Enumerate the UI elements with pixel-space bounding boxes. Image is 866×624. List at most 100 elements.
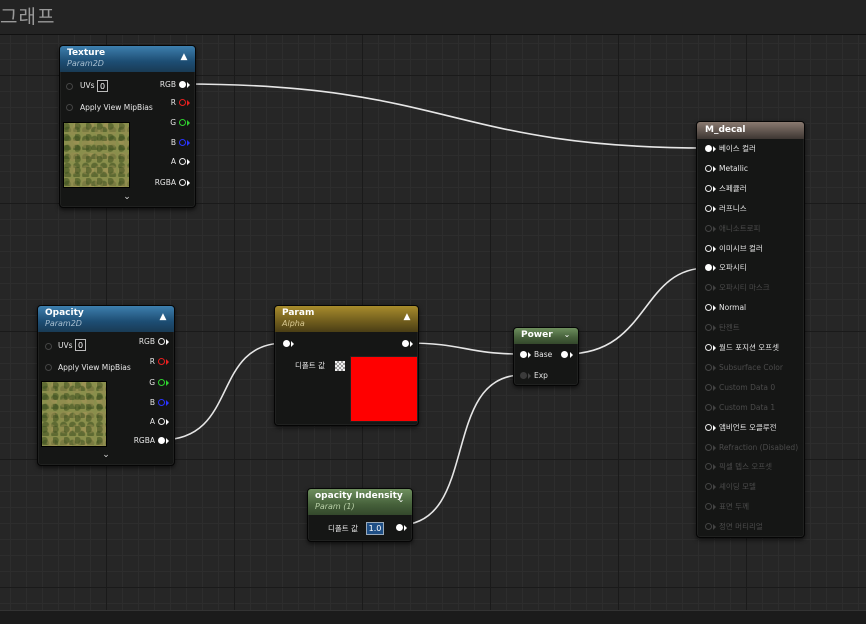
collapse-chevron-icon[interactable]: ▲ [402, 312, 412, 322]
material-pin-dot[interactable] [705, 424, 712, 431]
intensity-output-pin[interactable] [396, 524, 403, 531]
arrow-icon [166, 438, 169, 444]
color-swatch[interactable] [350, 356, 418, 422]
power-node-header[interactable]: Power ⌄ [514, 328, 578, 344]
arrow-icon [713, 186, 716, 192]
graph-bottom-bar [0, 610, 866, 624]
uvs-input[interactable]: 0 [97, 80, 108, 92]
texture-thumbnail [63, 122, 130, 188]
b-output-pin[interactable] [158, 399, 165, 406]
apply-mipbias-pin[interactable] [66, 104, 73, 111]
param-node-header[interactable]: Param Alpha ▲ [275, 306, 418, 332]
expand-chevron-icon[interactable]: ⌄ [121, 192, 133, 202]
texture-node-header[interactable]: Texture Param2D ▲ [60, 46, 195, 72]
material-pin-dot[interactable] [705, 165, 712, 172]
arrow-icon [713, 345, 716, 351]
arrow-icon [713, 484, 716, 490]
material-pin-dot[interactable] [705, 284, 712, 291]
rgba-output-label: RGBA [133, 436, 155, 445]
material-node-title: M_decal [705, 125, 746, 135]
material-node[interactable]: M_decal 베이스 컬러 Metallic 스페큘러 러프니스 애니소트로피 이미시브… [696, 121, 805, 538]
rgb-output-pin[interactable] [179, 81, 186, 88]
material-pin-dot[interactable] [705, 463, 712, 470]
expand-chevron-icon[interactable]: ⌄ [100, 450, 112, 460]
material-pin-dot[interactable] [705, 205, 712, 212]
param-input-pin[interactable] [283, 340, 290, 347]
collapse-chevron-icon[interactable]: ▲ [179, 52, 189, 62]
material-pin-label: 앰비언트 오클루전 [719, 423, 777, 432]
r-output-pin[interactable] [158, 358, 165, 365]
material-pin-dot[interactable] [705, 264, 712, 271]
material-pin-dot[interactable] [705, 225, 712, 232]
material-pin-dot[interactable] [705, 245, 712, 252]
opacity-node[interactable]: Opacity Param2D ▲ UVs 0 Apply View MipBi… [37, 305, 175, 466]
dropdown-chevron-icon[interactable]: ⌄ [562, 330, 572, 340]
r-output-label: R [170, 98, 176, 107]
uvs-label: UVs [80, 81, 95, 90]
arrow-icon [713, 425, 716, 431]
opacity-intensity-header[interactable]: opacity Indensity Param (1) ⌄ [308, 489, 412, 515]
material-pin-dot[interactable] [705, 145, 712, 152]
base-label: Base [534, 350, 553, 359]
material-pin-label: 스페큘러 [719, 184, 747, 193]
material-pin-label: Subsurface Color [719, 363, 783, 372]
material-pin-dot[interactable] [705, 344, 712, 351]
param-node-title: Param [282, 308, 315, 318]
material-pin-label: 베이스 컬러 [719, 144, 756, 153]
exp-input-pin[interactable] [520, 372, 527, 379]
arrow-icon [713, 305, 716, 311]
material-pin-label: 러프니스 [719, 204, 747, 213]
b-output-pin[interactable] [179, 139, 186, 146]
a-output-pin[interactable] [158, 418, 165, 425]
intensity-value-input[interactable]: 1.0 [366, 522, 384, 535]
arrow-icon [187, 140, 190, 146]
material-pin-dot[interactable] [705, 523, 712, 530]
arrow-icon [713, 445, 716, 451]
param-output-pin[interactable] [402, 340, 409, 347]
material-pin-label: 탄젠트 [719, 323, 740, 332]
material-node-header[interactable]: M_decal [697, 122, 804, 139]
arrow-icon [713, 385, 716, 391]
arrow-icon [187, 100, 190, 106]
param-node[interactable]: Param Alpha ▲ 디폴트 값 [274, 305, 419, 426]
power-output-pin[interactable] [561, 351, 568, 358]
opacity-node-header[interactable]: Opacity Param2D ▲ [38, 306, 174, 332]
g-output-pin[interactable] [158, 379, 165, 386]
arrow-icon [187, 180, 190, 186]
rgba-output-label: RGBA [154, 178, 176, 187]
rgb-output-pin[interactable] [158, 338, 165, 345]
material-pin-dot[interactable] [705, 503, 712, 510]
collapse-chevron-icon[interactable]: ▲ [158, 312, 168, 322]
arrow-icon [166, 339, 169, 345]
texture-node[interactable]: Texture Param2D ▲ UVs 0 Apply View MipBi… [59, 45, 196, 208]
material-pin-label: Refraction (Disabled) [719, 443, 799, 452]
arrow-icon [713, 504, 716, 510]
a-output-label: A [149, 417, 155, 426]
uvs-pin[interactable] [66, 83, 73, 90]
material-pin-dot[interactable] [705, 324, 712, 331]
dropdown-chevron-icon[interactable]: ⌄ [396, 495, 406, 505]
arrow-icon [713, 206, 716, 212]
rgba-output-pin[interactable] [179, 179, 186, 186]
material-pin-dot[interactable] [705, 444, 712, 451]
arrow-icon [291, 341, 294, 347]
material-pin-dot[interactable] [705, 364, 712, 371]
uvs-pin[interactable] [45, 343, 52, 350]
arrow-icon [713, 265, 716, 271]
arrow-icon [187, 159, 190, 165]
power-node[interactable]: Power ⌄ Base Exp [513, 327, 579, 386]
material-pin-dot[interactable] [705, 384, 712, 391]
material-pin-dot[interactable] [705, 304, 712, 311]
material-pin-dot[interactable] [705, 483, 712, 490]
g-output-pin[interactable] [179, 119, 186, 126]
a-output-pin[interactable] [179, 158, 186, 165]
r-output-pin[interactable] [179, 99, 186, 106]
uvs-input[interactable]: 0 [75, 339, 86, 351]
base-input-pin[interactable] [520, 351, 527, 358]
opacity-intensity-node[interactable]: opacity Indensity Param (1) ⌄ 디폴트 값 1.0 [307, 488, 413, 542]
material-pin-dot[interactable] [705, 404, 712, 411]
apply-mipbias-pin[interactable] [45, 364, 52, 371]
arrow-icon [166, 359, 169, 365]
material-pin-dot[interactable] [705, 185, 712, 192]
rgba-output-pin[interactable] [158, 437, 165, 444]
